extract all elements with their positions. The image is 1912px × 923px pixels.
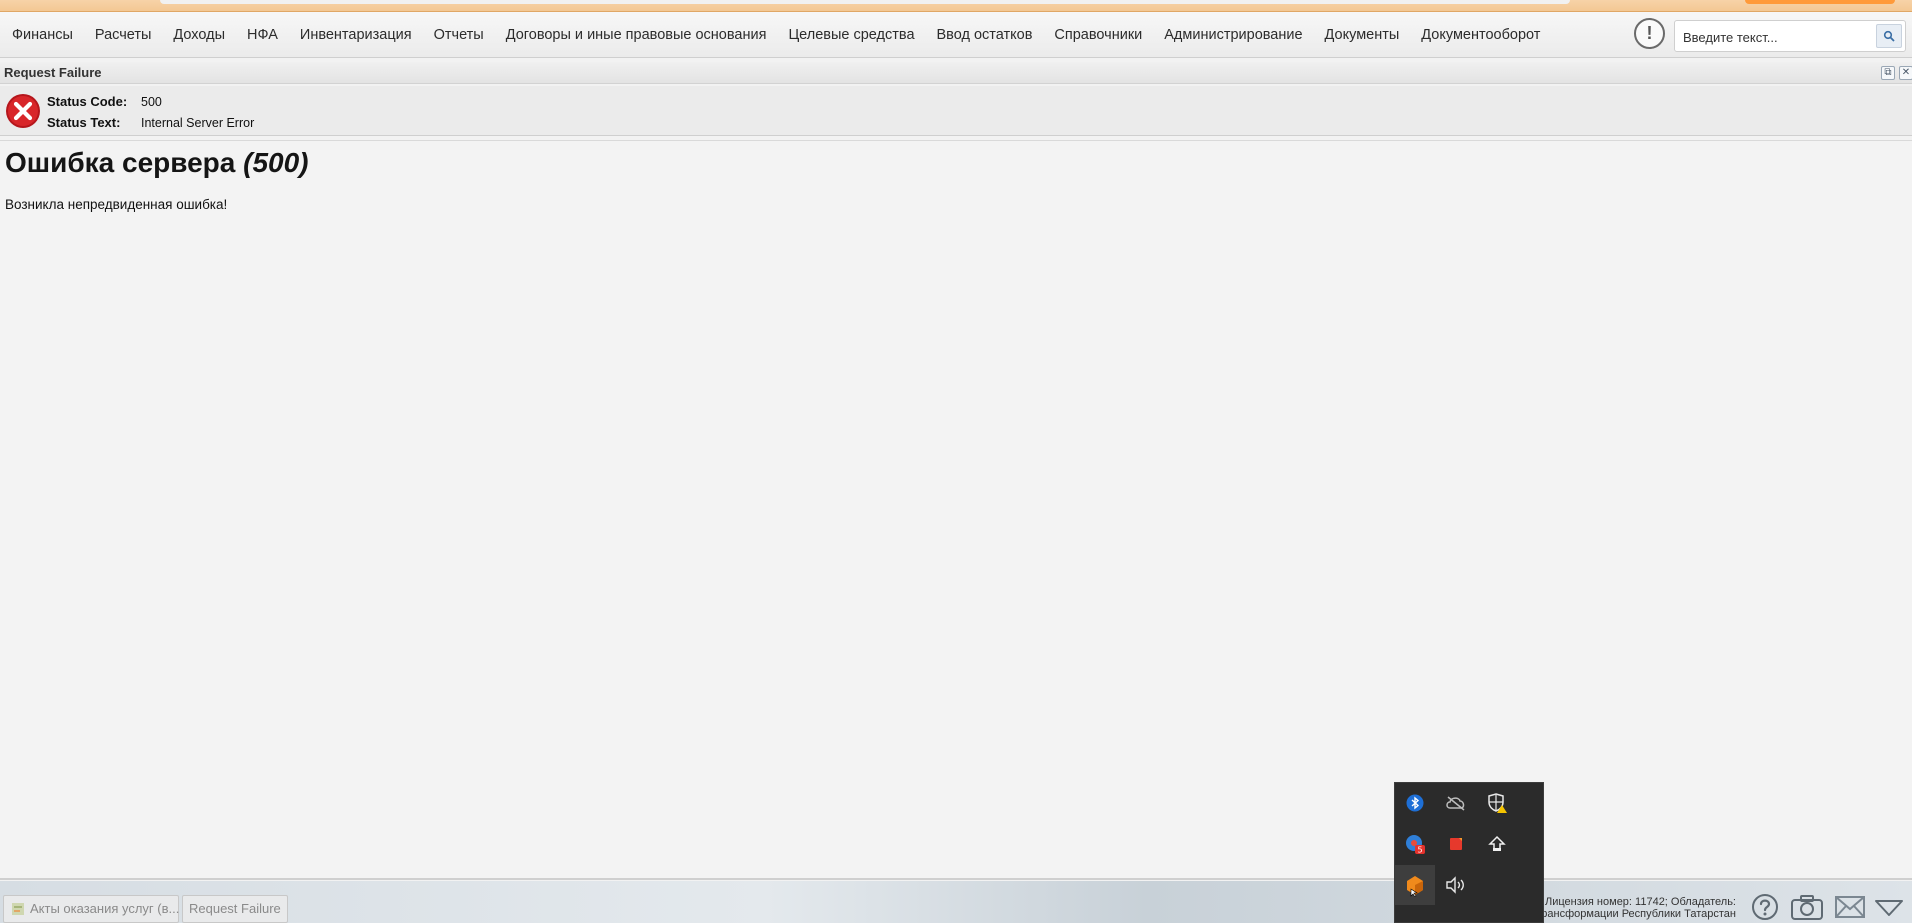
status-text-value: Internal Server Error <box>141 116 255 130</box>
help-button[interactable] <box>1750 893 1780 921</box>
menu-item-documents[interactable]: Документы <box>1314 12 1411 58</box>
window-header: Request Failure ⧉ ✕ <box>0 62 1912 84</box>
top-notification-strip <box>0 0 1912 12</box>
tray-badge-count: 5 <box>1417 846 1422 855</box>
mail-icon <box>1835 896 1865 918</box>
menu-item-workflow[interactable]: Документооборот <box>1410 12 1551 58</box>
menu-item-income[interactable]: Доходы <box>162 12 236 58</box>
search-button[interactable] <box>1876 24 1902 48</box>
eject-icon <box>1488 835 1506 851</box>
error-heading: Ошибка сервера (500) <box>5 147 309 179</box>
tray-item-bluetooth[interactable] <box>1395 783 1435 823</box>
status-text-label: Status Text: <box>47 115 121 130</box>
document-app-icon <box>12 903 24 915</box>
search-icon <box>1883 30 1895 42</box>
error-content: Ошибка сервера (500) Возникла непредвиде… <box>0 140 1912 880</box>
mail-button[interactable] <box>1834 893 1866 921</box>
task-label-request-failure: Request Failure <box>189 901 281 916</box>
menu-item-finance[interactable]: Финансы <box>1 12 84 58</box>
expand-menu-button[interactable] <box>1873 893 1905 921</box>
license-line-2: рансформации Республики Татарстан <box>1541 908 1736 920</box>
help-icon <box>1752 894 1778 920</box>
tray-item-red-app[interactable] <box>1436 824 1476 864</box>
task-button-acts[interactable]: Акты оказания услуг (в... <box>3 895 179 923</box>
search-box <box>1674 20 1906 52</box>
tray-item-volume[interactable] <box>1436 865 1476 905</box>
camera-icon <box>1791 895 1823 920</box>
tray-item-cloud[interactable] <box>1436 783 1476 823</box>
menu-item-balance-input[interactable]: Ввод остатков <box>926 12 1044 58</box>
status-code-value: 500 <box>141 95 162 109</box>
menu-item-contracts[interactable]: Договоры и иные правовые основания <box>495 12 778 58</box>
top-strip-bar <box>160 0 1570 4</box>
menu-item-administration[interactable]: Администрирование <box>1153 12 1313 58</box>
menu-item-settlements[interactable]: Расчеты <box>84 12 163 58</box>
speaker-icon <box>1446 876 1464 894</box>
main-menu: Финансы Расчеты Доходы НФА Инвентаризаци… <box>0 12 1551 58</box>
task-button-request-failure[interactable]: Request Failure <box>182 895 288 923</box>
main-menu-bar: Финансы Расчеты Доходы НФА Инвентаризаци… <box>0 12 1912 58</box>
system-tray-popup: 5 <box>1394 782 1544 923</box>
top-strip-button[interactable] <box>1745 0 1895 4</box>
status-code-label: Status Code: <box>47 94 128 109</box>
menu-item-reports[interactable]: Отчеты <box>423 12 495 58</box>
task-label-acts: Акты оказания услуг (в... <box>30 901 180 916</box>
screenshot-button[interactable] <box>1790 893 1824 921</box>
menu-item-directories[interactable]: Справочники <box>1043 12 1153 58</box>
error-message: Возникла непредвиденная ошибка! <box>5 197 228 212</box>
content-divider <box>0 878 1912 880</box>
tray-item-orange-app[interactable] <box>1395 865 1435 905</box>
restore-window-button[interactable]: ⧉ <box>1881 66 1895 80</box>
taskbar: Акты оказания услуг (в... Request Failur… <box>0 881 1912 923</box>
error-heading-code: (500) <box>243 147 309 178</box>
bluetooth-icon <box>1406 794 1424 812</box>
license-info: Лицензия номер: 11742; Обладатель: рансф… <box>1530 896 1736 920</box>
cloud-offline-icon <box>1446 796 1465 811</box>
menu-item-target-funds[interactable]: Целевые средства <box>777 12 925 58</box>
menu-item-inventory[interactable]: Инвентаризация <box>289 12 423 58</box>
window-title: Request Failure <box>4 65 102 80</box>
tray-item-eject[interactable] <box>1477 824 1517 864</box>
orange-app-icon <box>1407 876 1423 897</box>
browser-badge-icon: 5 <box>1406 835 1425 855</box>
error-icon <box>6 94 40 128</box>
menu-item-nfa[interactable]: НФА <box>236 12 289 58</box>
shield-warning-icon <box>1488 793 1507 813</box>
tray-item-security[interactable] <box>1477 783 1517 823</box>
tray-item-browser[interactable]: 5 <box>1395 824 1435 864</box>
error-heading-text: Ошибка сервера <box>5 147 236 178</box>
license-line-1: Лицензия номер: 11742; Обладатель: <box>1545 896 1736 908</box>
search-input[interactable] <box>1683 27 1863 47</box>
chevron-down-icon <box>1875 900 1903 916</box>
close-window-button[interactable]: ✕ <box>1899 66 1912 80</box>
status-panel: Status Code: 500 Status Text: Internal S… <box>0 86 1912 136</box>
red-app-icon <box>1450 838 1462 850</box>
alert-icon[interactable]: ! <box>1634 18 1665 49</box>
